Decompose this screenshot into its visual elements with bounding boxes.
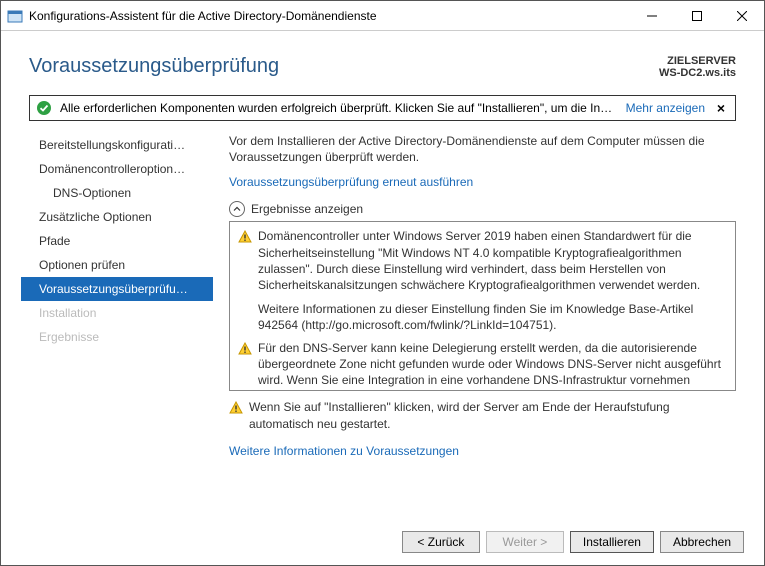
minimize-button[interactable] (629, 1, 674, 30)
back-button[interactable]: < Zurück (402, 531, 480, 553)
sidebar-item-7: Installation (21, 301, 213, 325)
rerun-check-link[interactable]: Voraussetzungsüberprüfung erneut ausführ… (229, 175, 736, 189)
status-banner: Alle erforderlichen Komponenten wurden e… (29, 95, 736, 121)
results-box[interactable]: Domänencontroller unter Windows Server 2… (229, 221, 736, 391)
install-note: Wenn Sie auf "Installieren" klicken, wir… (229, 399, 736, 431)
result-text: Für den DNS-Server kann keine Delegierun… (258, 340, 727, 389)
success-icon (36, 100, 52, 116)
main-content: Vor dem Installieren der Active Director… (221, 133, 744, 521)
install-button[interactable]: Installieren (570, 531, 654, 553)
chevron-up-icon[interactable] (229, 201, 245, 217)
page-title: Voraussetzungsüberprüfung (29, 55, 279, 78)
sidebar-item-3[interactable]: Zusätzliche Optionen (21, 205, 213, 229)
results-group-title: Ergebnisse anzeigen (251, 202, 363, 216)
sidebar-item-1[interactable]: Domänencontrolleroption… (21, 157, 213, 181)
window-title: Konfigurations-Assistent für die Active … (29, 9, 629, 23)
result-text: Domänencontroller unter Windows Server 2… (258, 228, 727, 333)
app-icon (7, 8, 23, 24)
sidebar-item-5[interactable]: Optionen prüfen (21, 253, 213, 277)
cancel-button[interactable]: Abbrechen (660, 531, 744, 553)
next-button: Weiter > (486, 531, 564, 553)
banner-close-button[interactable]: × (713, 100, 729, 116)
lead-text: Vor dem Installieren der Active Director… (229, 133, 736, 165)
results-group-header: Ergebnisse anzeigen (229, 201, 736, 217)
header: Voraussetzungsüberprüfung ZIELSERVER WS-… (1, 31, 764, 87)
sidebar-item-0[interactable]: Bereitstellungskonfigurati… (21, 133, 213, 157)
window-controls (629, 1, 764, 30)
sidebar-item-8: Ergebnisse (21, 325, 213, 349)
install-note-text: Wenn Sie auf "Installieren" klicken, wir… (249, 399, 736, 431)
sidebar-item-2[interactable]: DNS-Optionen (21, 181, 213, 205)
target-name: WS-DC2.ws.its (659, 67, 736, 79)
warning-icon (238, 342, 252, 356)
target-server: ZIELSERVER WS-DC2.ws.its (659, 55, 736, 79)
sidebar-item-6[interactable]: Voraussetzungsüberprüfu… (21, 277, 213, 301)
banner-more-link[interactable]: Mehr anzeigen (626, 101, 705, 115)
maximize-button[interactable] (674, 1, 719, 30)
warning-icon (238, 230, 252, 244)
button-bar: < Zurück Weiter > Installieren Abbrechen (1, 521, 764, 563)
close-button[interactable] (719, 1, 764, 30)
result-item-1: Für den DNS-Server kann keine Delegierun… (238, 340, 727, 389)
sidebar-item-4[interactable]: Pfade (21, 229, 213, 253)
more-info-link[interactable]: Weitere Informationen zu Voraussetzungen (229, 444, 736, 458)
target-label: ZIELSERVER (659, 55, 736, 67)
result-item-0: Domänencontroller unter Windows Server 2… (238, 228, 727, 333)
banner-text: Alle erforderlichen Komponenten wurden e… (60, 101, 618, 115)
sidebar: Bereitstellungskonfigurati…Domänencontro… (21, 133, 221, 521)
titlebar: Konfigurations-Assistent für die Active … (1, 1, 764, 31)
warning-icon (229, 401, 243, 415)
